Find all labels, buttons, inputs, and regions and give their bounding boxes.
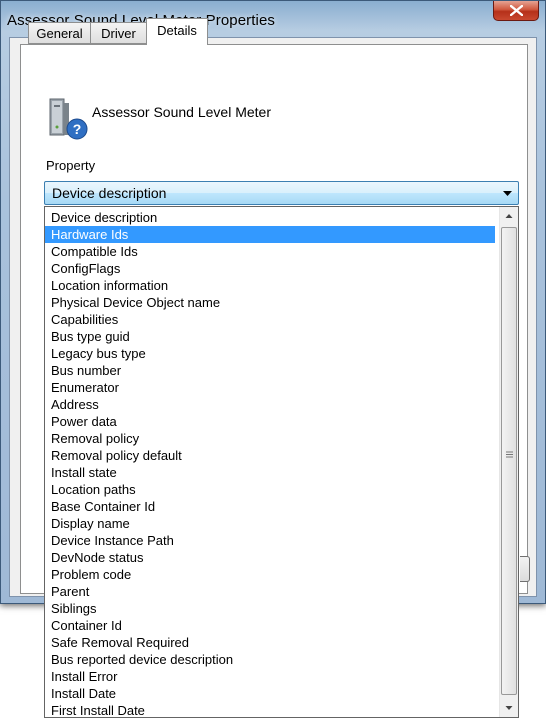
grip-icon [506, 451, 513, 458]
list-item[interactable]: ConfigFlags [45, 260, 495, 277]
list-item[interactable]: Safe Removal Required [45, 634, 495, 651]
list-item[interactable]: Display name [45, 515, 495, 532]
scroll-up-arrow-icon [505, 214, 513, 218]
list-item[interactable]: Location paths [45, 481, 495, 498]
list-item[interactable]: Legacy bus type [45, 345, 495, 362]
scroll-up-button[interactable] [500, 207, 518, 225]
list-item[interactable]: Device Instance Path [45, 532, 495, 549]
list-item[interactable]: Bus number [45, 362, 495, 379]
partially-hidden-button[interactable] [520, 556, 530, 582]
tab-general[interactable]: General [28, 22, 91, 44]
svg-text:?: ? [73, 121, 82, 137]
dropdown-scrollbar[interactable] [499, 207, 518, 717]
list-item[interactable]: Removal policy [45, 430, 495, 447]
scroll-thumb[interactable] [501, 227, 517, 695]
dropdown-items: Device description Hardware Ids Compatible… [45, 209, 495, 719]
tab-details[interactable]: Details [146, 18, 208, 45]
scroll-down-button[interactable] [500, 699, 518, 717]
list-item[interactable]: Capabilities [45, 311, 495, 328]
list-item[interactable]: Siblings [45, 600, 495, 617]
list-item[interactable]: Enumerator [45, 379, 495, 396]
scroll-down-arrow-icon [505, 706, 513, 710]
list-item[interactable]: Removal policy default [45, 447, 495, 464]
device-name: Assessor Sound Level Meter [92, 104, 271, 120]
list-item[interactable]: Bus type guid [45, 328, 495, 345]
combobox-selected-value: Device description [52, 185, 167, 201]
list-item[interactable]: Install Date [45, 685, 495, 702]
list-item[interactable]: Address [45, 396, 495, 413]
close-button[interactable] [493, 1, 539, 21]
list-item[interactable]: Container Id [45, 617, 495, 634]
list-item[interactable]: Parent [45, 583, 495, 600]
device-unknown-icon: ? [46, 97, 90, 146]
list-item[interactable]: Install state [45, 464, 495, 481]
property-dropdown-list[interactable]: Device description Hardware Ids Compatible… [44, 206, 519, 718]
property-combobox[interactable]: Device description [44, 181, 519, 205]
close-icon [510, 5, 523, 16]
tab-driver[interactable]: Driver [90, 22, 147, 44]
list-item[interactable]: Problem code [45, 566, 495, 583]
list-item[interactable]: Compatible Ids [45, 243, 495, 260]
list-item[interactable]: Device description [45, 209, 495, 226]
list-item[interactable]: Base Container Id [45, 498, 495, 515]
list-item[interactable]: Install Error [45, 668, 495, 685]
list-item[interactable]: Location information [45, 277, 495, 294]
list-item[interactable]: Bus reported device description [45, 651, 495, 668]
list-item[interactable]: DevNode status [45, 549, 495, 566]
chevron-down-icon [503, 191, 512, 196]
list-item[interactable]: Hardware Ids [45, 226, 495, 243]
list-item[interactable]: Power data [45, 413, 495, 430]
list-item[interactable]: Physical Device Object name [45, 294, 495, 311]
property-label: Property [46, 158, 96, 173]
list-item[interactable]: First Install Date [45, 702, 495, 719]
